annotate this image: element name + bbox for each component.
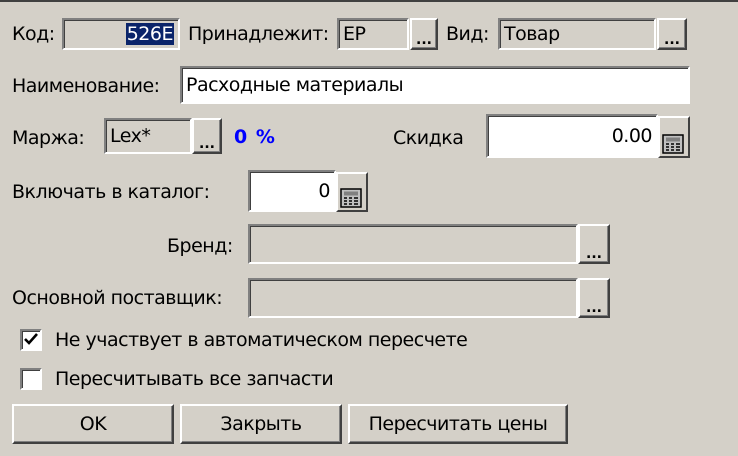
brand-field[interactable] bbox=[248, 224, 578, 264]
discount-calculator-button[interactable] bbox=[658, 116, 690, 158]
recalc-all-parts-label: Пересчитывать все запчасти bbox=[55, 368, 334, 390]
discount-input[interactable]: 0.00 bbox=[486, 114, 658, 158]
ok-button[interactable]: OK bbox=[12, 404, 174, 444]
discount-label: Скидка bbox=[393, 127, 464, 149]
margin-percent: 0 % bbox=[234, 126, 276, 148]
code-field[interactable]: 526E bbox=[62, 18, 180, 50]
owner-field[interactable]: EP bbox=[337, 18, 409, 50]
supplier-label: Основной поставщик: bbox=[12, 287, 223, 309]
margin-browse-button[interactable]: ... bbox=[192, 118, 222, 154]
owner-label: Принадлежит: bbox=[188, 23, 329, 45]
kind-browse-button[interactable]: ... bbox=[657, 18, 687, 50]
calculator-icon bbox=[662, 134, 684, 154]
code-label: Код: bbox=[12, 23, 55, 45]
owner-browse-button[interactable]: ... bbox=[410, 18, 438, 50]
catalog-label: Включать в каталог: bbox=[12, 181, 210, 203]
catalog-calculator-button[interactable] bbox=[336, 172, 368, 212]
brand-label: Бренд: bbox=[167, 235, 233, 257]
supplier-field[interactable] bbox=[248, 278, 578, 318]
no-auto-recalc-label: Не участвует в автоматическом пересчете bbox=[55, 329, 468, 351]
close-button[interactable]: Закрыть bbox=[180, 404, 342, 444]
checkmark-icon bbox=[24, 333, 38, 345]
browse-dots: ... bbox=[586, 246, 602, 262]
calculator-icon bbox=[340, 188, 362, 208]
browse-dots: ... bbox=[416, 32, 432, 48]
name-input[interactable]: Расходные материалы bbox=[180, 66, 690, 104]
browse-dots: ... bbox=[664, 32, 680, 48]
margin-label: Маржа: bbox=[12, 127, 85, 149]
window-top-border bbox=[0, 0, 738, 2]
supplier-browse-button[interactable]: ... bbox=[578, 278, 610, 318]
brand-browse-button[interactable]: ... bbox=[578, 224, 610, 264]
kind-label: Вид: bbox=[446, 23, 489, 45]
code-value: 526E bbox=[125, 23, 174, 45]
recalc-all-parts-checkbox[interactable] bbox=[20, 368, 42, 390]
browse-dots: ... bbox=[199, 136, 215, 152]
no-auto-recalc-checkbox[interactable] bbox=[20, 329, 42, 351]
name-label: Наименование: bbox=[12, 75, 160, 97]
margin-field[interactable]: Lex* bbox=[104, 118, 192, 154]
catalog-input[interactable]: 0 bbox=[248, 170, 336, 212]
browse-dots: ... bbox=[586, 300, 602, 316]
recalc-prices-button[interactable]: Пересчитать цены bbox=[348, 404, 568, 444]
kind-field[interactable]: Товар bbox=[498, 18, 656, 50]
